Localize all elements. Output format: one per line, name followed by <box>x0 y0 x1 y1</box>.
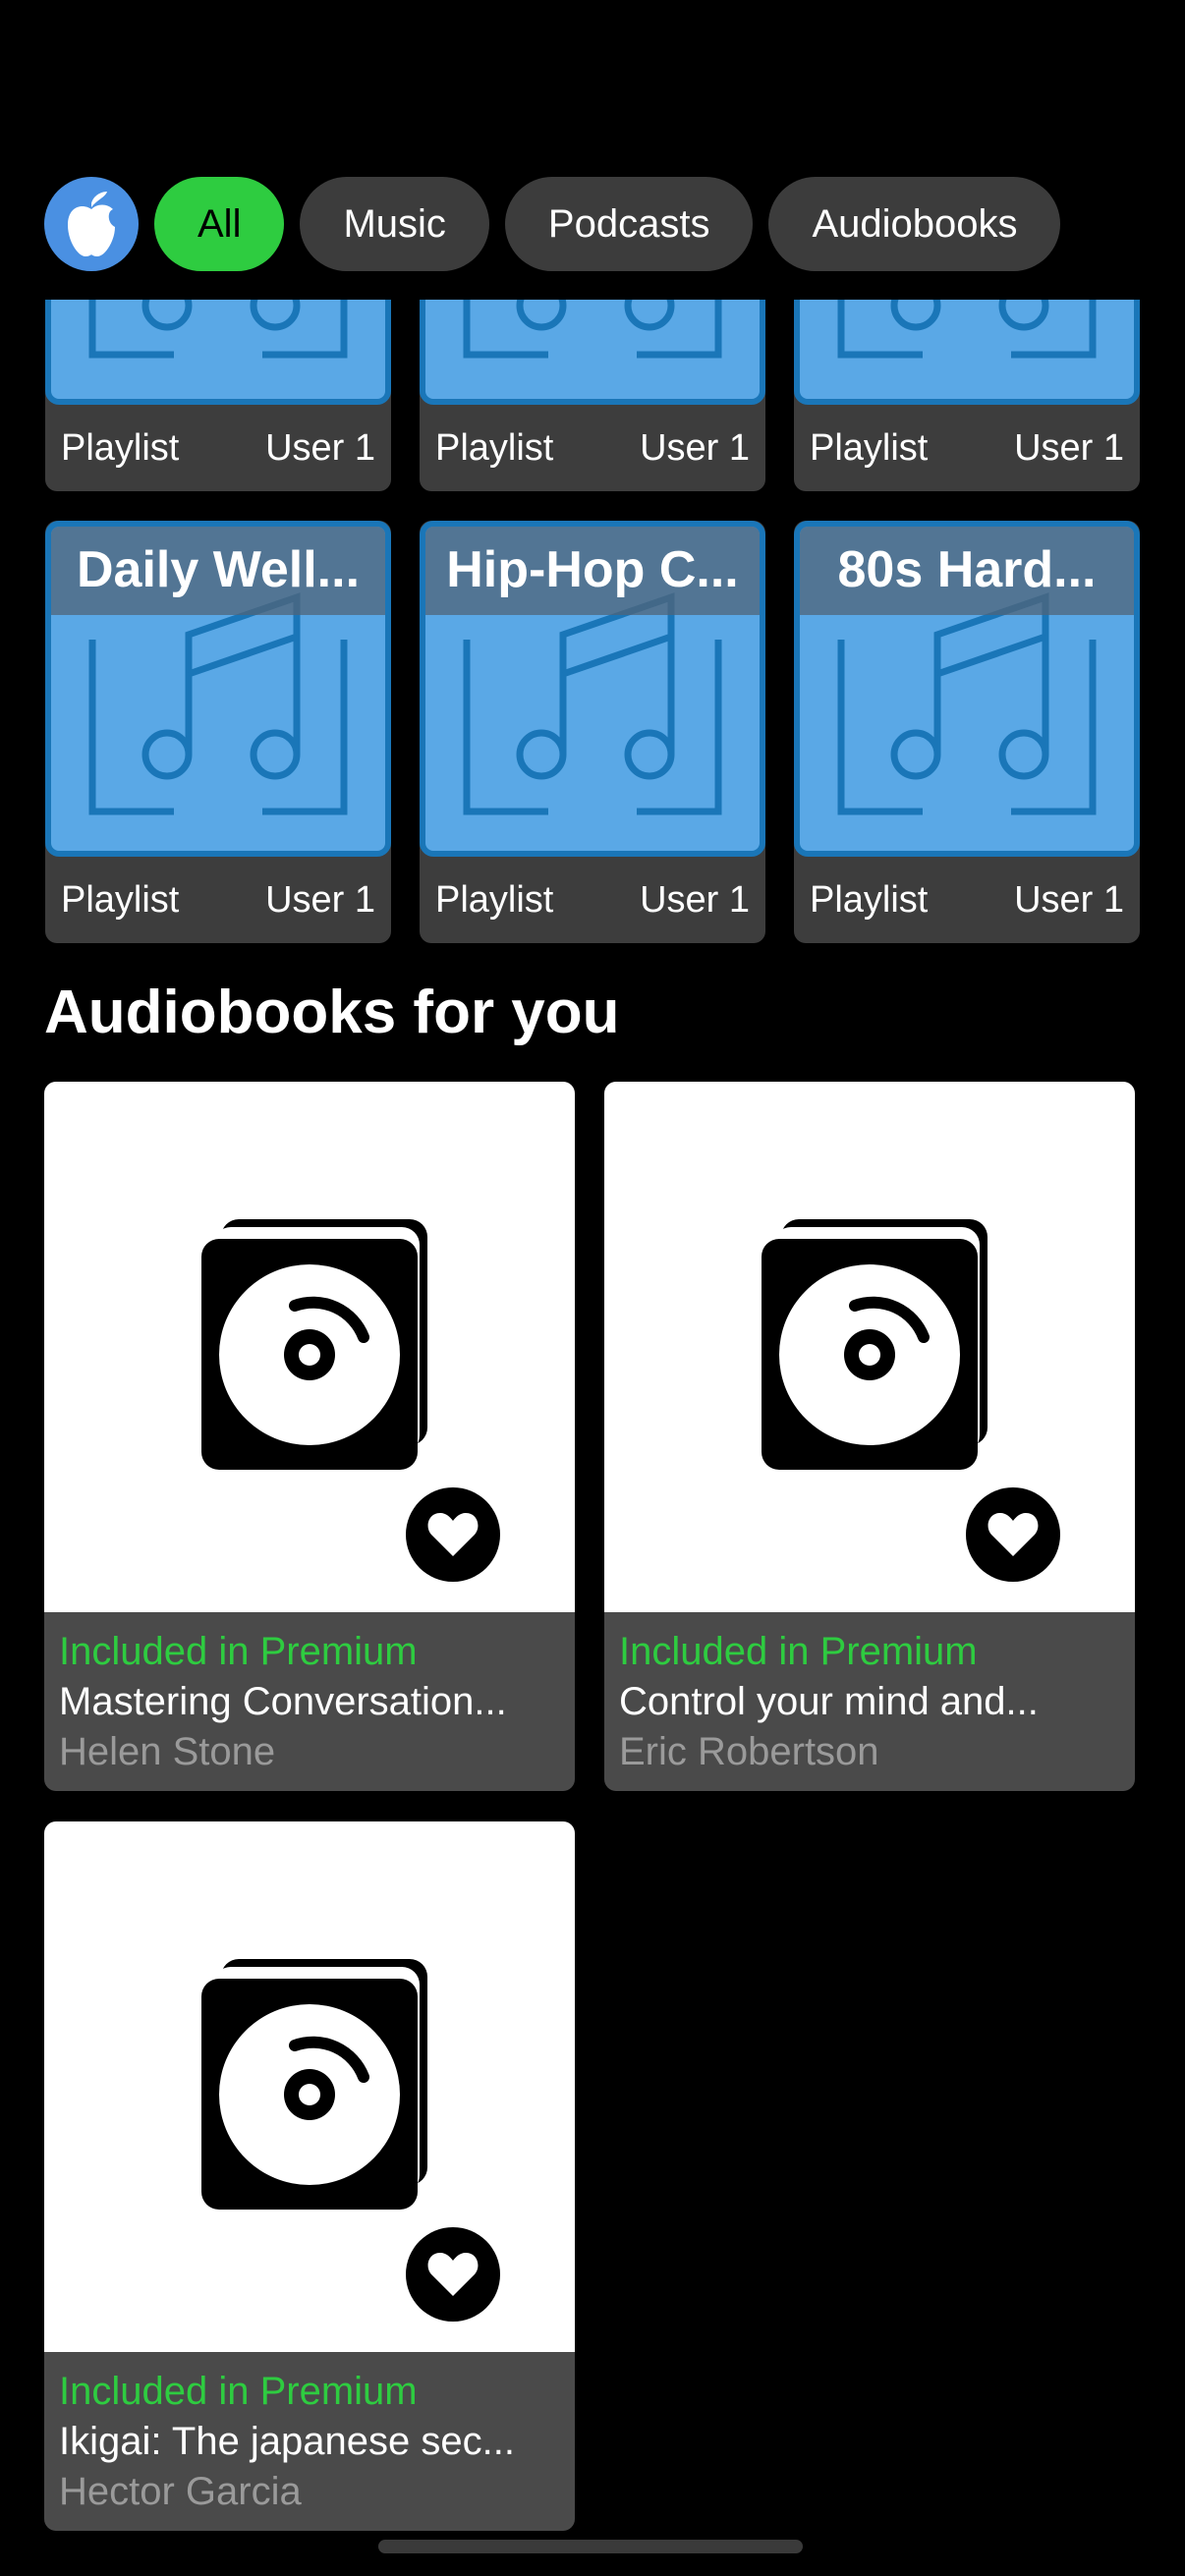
audiobook-artwork <box>44 1082 575 1612</box>
playlist-artwork <box>420 300 765 405</box>
playlist-card[interactable]: Playlist User 1 <box>45 300 391 491</box>
heart-icon <box>427 1513 479 1556</box>
playlist-owner: User 1 <box>265 878 375 921</box>
playlist-type: Playlist <box>810 426 929 469</box>
favorite-button[interactable] <box>406 1487 500 1582</box>
playlist-meta: Playlist User 1 <box>420 405 765 491</box>
audiobook-card[interactable]: Included in Premium Mastering Conversati… <box>44 1082 575 1791</box>
playlist-owner: User 1 <box>640 878 750 921</box>
audiobook-title: Control your mind and... <box>619 1680 1039 1723</box>
audiobook-card[interactable]: Included in Premium Control your mind an… <box>604 1082 1135 1791</box>
favorite-button[interactable] <box>406 2227 500 2322</box>
playlist-artwork: Hip-Hop C... <box>420 521 765 857</box>
playlist-meta: Playlist User 1 <box>794 405 1140 491</box>
audiobook-author: Eric Robertson <box>619 1730 879 1773</box>
playlist-meta: Playlist User 1 <box>794 857 1140 943</box>
playlist-meta: Playlist User 1 <box>45 405 391 491</box>
playlist-card[interactable]: Hip-Hop C... Playlist User 1 <box>420 521 765 943</box>
audiobook-artwork <box>44 1821 575 2352</box>
favorite-button[interactable] <box>966 1487 1060 1582</box>
audiobook-info: Included in Premium Control your mind an… <box>619 1627 1120 1776</box>
vinyl-record-icon <box>201 1219 427 1470</box>
premium-badge: Included in Premium <box>59 2370 418 2413</box>
profile-avatar[interactable] <box>44 177 139 271</box>
playlist-owner: User 1 <box>1014 426 1124 469</box>
audiobook-info: Included in Premium Mastering Conversati… <box>59 1627 560 1776</box>
playlist-artwork: Daily Well... <box>45 521 391 857</box>
playlist-type: Playlist <box>435 426 554 469</box>
playlist-owner: User 1 <box>265 426 375 469</box>
audiobook-title: Ikigai: The japanese sec... <box>59 2420 515 2463</box>
audiobook-card[interactable]: Included in Premium Ikigai: The japanese… <box>44 1821 575 2531</box>
audiobook-artwork <box>604 1082 1135 1612</box>
chip-podcasts[interactable]: Podcasts <box>504 177 754 271</box>
playlist-title: Hip-Hop C... <box>446 541 739 598</box>
premium-badge: Included in Premium <box>59 1630 418 1673</box>
premium-badge: Included in Premium <box>619 1630 978 1673</box>
playlist-grid: Playlist User 1 Playlist User 1 Playlist <box>0 300 1185 948</box>
section-title-audiobooks: Audiobooks for you <box>44 979 620 1046</box>
chip-audiobooks[interactable]: Audiobooks <box>768 177 1061 271</box>
playlist-meta: Playlist User 1 <box>45 857 391 943</box>
playlist-artwork: 80s Hard... <box>794 521 1140 857</box>
vinyl-record-icon <box>201 1959 427 2210</box>
playlist-artwork <box>45 300 391 405</box>
playlist-meta: Playlist User 1 <box>420 857 765 943</box>
playlist-owner: User 1 <box>640 426 750 469</box>
filter-bar: All Music Podcasts Audiobooks <box>44 177 1061 271</box>
playlist-type: Playlist <box>435 878 554 921</box>
audiobook-title: Mastering Conversation... <box>59 1680 507 1723</box>
audiobook-info: Included in Premium Ikigai: The japanese… <box>59 2367 560 2516</box>
heart-icon <box>988 1513 1039 1556</box>
audiobook-author: Helen Stone <box>59 1730 276 1773</box>
vinyl-record-icon <box>762 1219 988 1470</box>
apple-icon <box>68 192 115 256</box>
playlist-title: Daily Well... <box>76 541 361 598</box>
playlist-card[interactable]: Daily Well... Playlist User 1 <box>45 521 391 943</box>
music-note-icon <box>88 300 348 359</box>
playlist-type: Playlist <box>810 878 929 921</box>
music-note-icon <box>463 300 722 359</box>
playlist-type: Playlist <box>61 878 180 921</box>
playlist-card[interactable]: 80s Hard... Playlist User 1 <box>794 521 1140 943</box>
playlist-type: Playlist <box>61 426 180 469</box>
home-indicator[interactable] <box>378 2540 803 2553</box>
playlist-artwork <box>794 300 1140 405</box>
chip-all[interactable]: All <box>154 177 285 271</box>
audiobook-author: Hector Garcia <box>59 2470 302 2513</box>
heart-icon <box>427 2253 479 2296</box>
playlist-title: 80s Hard... <box>837 541 1097 598</box>
playlist-owner: User 1 <box>1014 878 1124 921</box>
playlist-card[interactable]: Playlist User 1 <box>420 300 765 491</box>
music-note-icon <box>837 300 1097 359</box>
playlist-card[interactable]: Playlist User 1 <box>794 300 1140 491</box>
chip-music[interactable]: Music <box>300 177 489 271</box>
